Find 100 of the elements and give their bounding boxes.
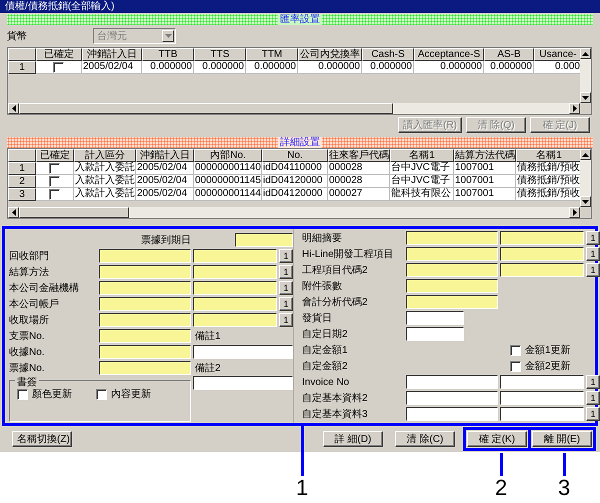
checkbox[interactable]	[49, 162, 60, 174]
lookup-button[interactable]: 1	[279, 281, 293, 295]
lookup-button[interactable]: 1	[586, 391, 600, 405]
column-header[interactable]: 沖銷計入日	[136, 149, 194, 162]
field-label: 工程項目代碼2	[302, 264, 369, 277]
column-header[interactable]: 計入區分	[74, 149, 136, 162]
input-field[interactable]	[406, 391, 498, 405]
vertical-scrollbar[interactable]	[580, 149, 591, 207]
lookup-button[interactable]: 1	[279, 265, 293, 279]
input-field[interactable]	[500, 391, 584, 405]
lookup-button[interactable]: 1	[586, 247, 600, 261]
input-field[interactable]	[406, 247, 498, 261]
action-button[interactable]: 清 除(C)	[395, 431, 455, 447]
column-header[interactable]: 名稱1	[516, 149, 580, 162]
up-arrow-icon	[582, 152, 589, 156]
input-field[interactable]	[406, 311, 464, 325]
input-field[interactable]	[193, 265, 277, 279]
column-header[interactable]: 沖銷計入日	[82, 48, 142, 61]
table-cell: 債務抵銷/預收	[516, 162, 580, 175]
input-field[interactable]	[406, 407, 498, 421]
checkbox[interactable]	[96, 388, 107, 400]
lookup-button[interactable]: 1	[586, 231, 600, 245]
row-header[interactable]: 1	[8, 162, 36, 175]
column-header[interactable]: 已確定	[36, 48, 82, 61]
horizontal-scrollbar[interactable]	[8, 207, 580, 218]
vertical-scrollbar[interactable]	[580, 48, 591, 103]
input-field[interactable]	[99, 313, 191, 327]
input-field[interactable]	[99, 281, 191, 295]
checkbox[interactable]	[49, 176, 60, 186]
lookup-button[interactable]: 1	[279, 297, 293, 311]
lookup-button[interactable]: 1	[586, 263, 600, 277]
input-field[interactable]	[406, 231, 498, 245]
input-field[interactable]	[193, 281, 277, 295]
checkbox[interactable]	[510, 360, 521, 372]
column-header[interactable]: 內部No.	[194, 149, 262, 162]
input-field[interactable]	[500, 407, 584, 421]
input-field[interactable]	[99, 345, 191, 359]
horizontal-scrollbar[interactable]	[8, 103, 580, 114]
action-button[interactable]: 名稱切換(Z)	[12, 431, 72, 447]
input-field[interactable]	[406, 279, 498, 293]
input-field[interactable]	[235, 233, 293, 247]
table-cell: 台中JVC電子	[390, 162, 454, 175]
column-header[interactable]: 公司內兌換率	[298, 48, 362, 61]
input-field[interactable]	[406, 327, 464, 341]
input-field[interactable]	[500, 231, 584, 245]
table-cell: 000028	[328, 162, 390, 175]
row-header[interactable]: 1	[8, 61, 36, 74]
input-field[interactable]	[406, 263, 498, 277]
checkbox[interactable]	[17, 388, 28, 400]
lookup-button[interactable]: 1	[586, 407, 600, 421]
column-header[interactable]: TTM	[246, 48, 298, 61]
column-header[interactable]: TTB	[142, 48, 194, 61]
leader-line	[499, 453, 503, 476]
column-header[interactable]: 結算方法代碼	[454, 149, 516, 162]
action-button[interactable]: 詳 細(D)	[323, 431, 383, 447]
row-header[interactable]: 3	[8, 188, 36, 201]
table-cell: 入款計入委託	[74, 188, 136, 201]
input-field[interactable]	[193, 313, 277, 327]
input-field[interactable]	[99, 265, 191, 279]
checkbox[interactable]	[510, 344, 521, 356]
input-field[interactable]	[406, 295, 498, 309]
table-cell: 1007001	[454, 162, 516, 175]
input-field[interactable]	[500, 375, 584, 389]
table-cell: 2005/02/04	[136, 188, 194, 201]
table-cell: 000000001145	[194, 175, 262, 188]
input-field[interactable]	[193, 297, 277, 311]
action-button[interactable]: 確 定(K)	[467, 431, 527, 447]
lookup-button[interactable]: 1	[279, 249, 293, 263]
checkbox[interactable]	[53, 62, 64, 72]
column-header[interactable]: Cash-S	[362, 48, 414, 61]
column-header[interactable]: Acceptance-S	[414, 48, 484, 61]
column-header[interactable]: Usance-	[534, 48, 580, 61]
lookup-button[interactable]: 1	[279, 313, 293, 327]
field-label: 本公司金融機構	[9, 282, 80, 295]
column-header[interactable]: 已確定	[36, 149, 74, 162]
field-label: 附件張數	[302, 280, 343, 293]
table-cell: 0.000000	[484, 61, 534, 74]
input-field[interactable]	[99, 361, 191, 375]
checkbox[interactable]	[49, 188, 60, 200]
input-field[interactable]	[500, 247, 584, 261]
section-title: 匯率設置	[278, 14, 322, 25]
table-cell: 1007001	[454, 175, 516, 188]
input-field[interactable]	[99, 249, 191, 263]
column-header[interactable]: TTS	[194, 48, 246, 61]
column-header[interactable]: AS-B	[484, 48, 534, 61]
input-field[interactable]	[193, 376, 293, 390]
input-field[interactable]	[193, 345, 293, 359]
input-field[interactable]	[99, 297, 191, 311]
lookup-button[interactable]: 1	[586, 375, 600, 389]
column-header[interactable]: No.	[262, 149, 328, 162]
action-button[interactable]: 離 開(E)	[532, 431, 592, 447]
input-field[interactable]	[193, 249, 277, 263]
input-field[interactable]	[99, 329, 191, 343]
table-cell: 入款計入委託	[74, 175, 136, 188]
leader-line	[562, 453, 566, 476]
row-header[interactable]: 2	[8, 175, 36, 188]
column-header[interactable]: 往來客戶代碼	[328, 149, 390, 162]
input-field[interactable]	[406, 375, 498, 389]
column-header[interactable]: 名稱1	[390, 149, 454, 162]
input-field[interactable]	[500, 263, 584, 277]
